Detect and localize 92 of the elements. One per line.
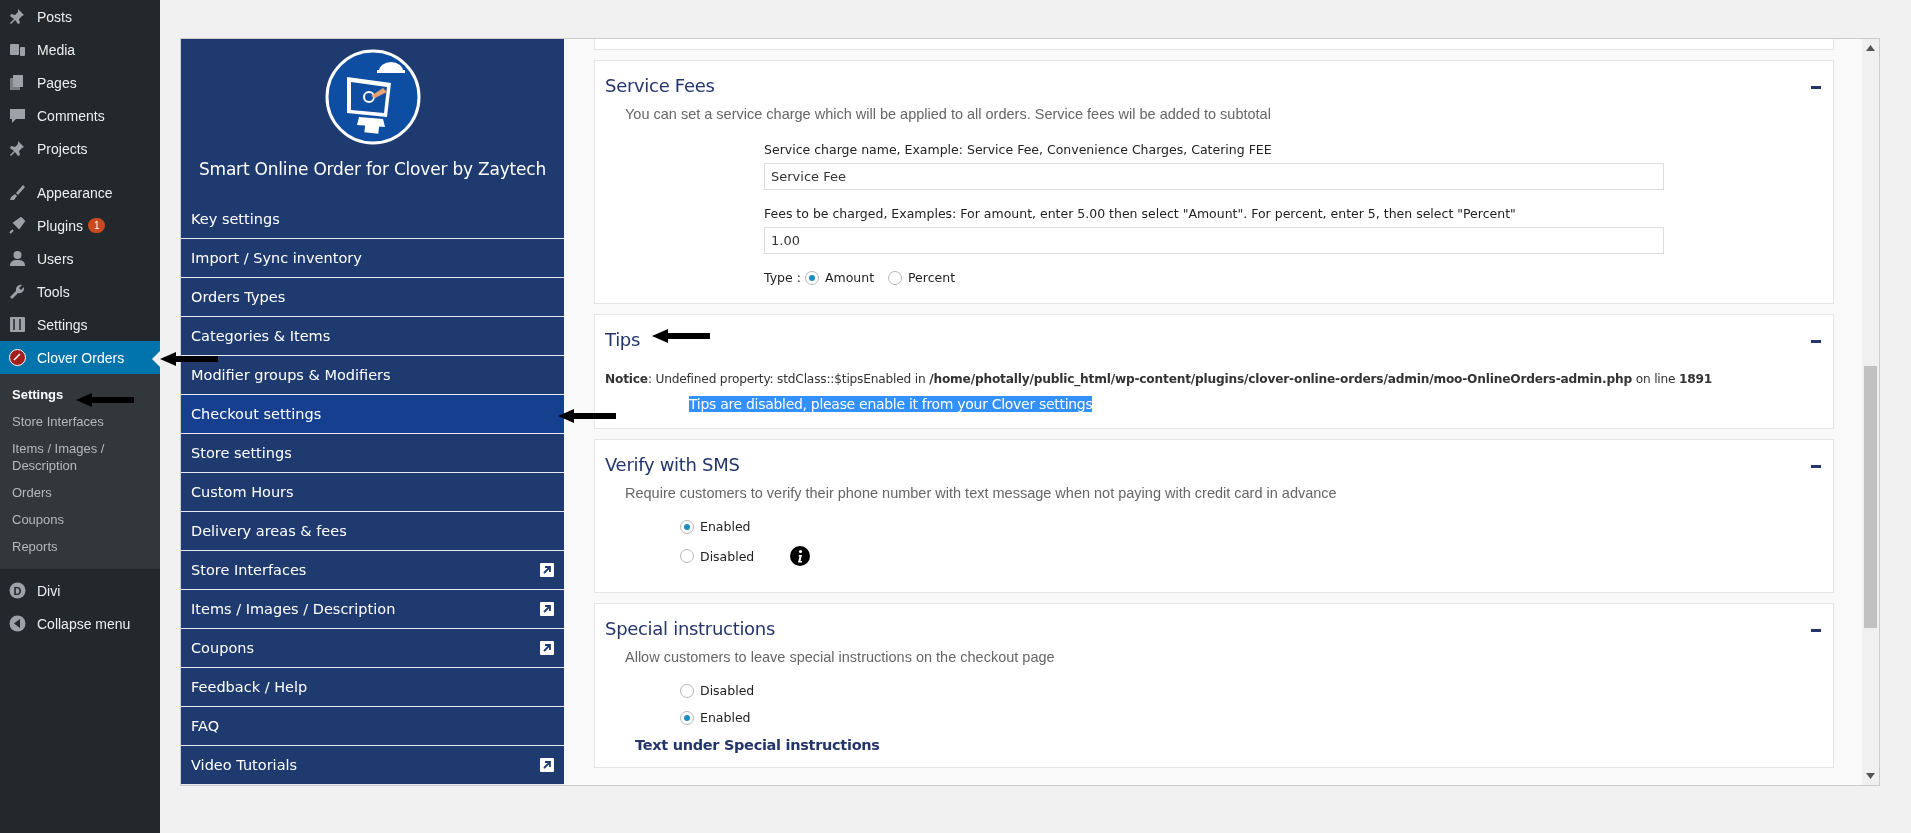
scrollbar[interactable] <box>1862 39 1879 785</box>
radio-option[interactable]: Percent <box>888 270 956 285</box>
annotation-arrow <box>76 393 134 407</box>
radio-option[interactable]: Amount <box>804 270 875 285</box>
update-count-badge: 1 <box>87 218 106 233</box>
nav-item[interactable]: Orders Types <box>181 278 564 317</box>
section-subheading: Text under Special instructions <box>635 737 881 753</box>
panel-title: Verify with SMS <box>605 454 740 475</box>
sidebar-menu-item[interactable]: Posts <box>0 0 160 33</box>
submenu-item[interactable]: Items / Images / Description <box>0 435 160 479</box>
radio-button[interactable] <box>680 549 694 563</box>
field-label: Service charge name, Example: Service Fee, Convenience Charges, Catering FEE <box>764 142 1273 157</box>
nav-item[interactable]: Store settings <box>181 434 564 473</box>
submenu-item[interactable]: Reports <box>0 533 160 560</box>
radio-option[interactable]: Enabled <box>680 519 751 534</box>
sidebar-menu-item[interactable]: Pages <box>0 66 160 99</box>
media-icon <box>9 41 26 58</box>
input-field[interactable]: Service Fee <box>764 163 1664 190</box>
annotation-arrow <box>652 329 710 343</box>
nav-item[interactable]: Coupons <box>181 629 564 668</box>
collapse-icon[interactable] <box>1811 86 1821 89</box>
nav-item[interactable]: Key settings <box>181 200 564 239</box>
brush-icon <box>9 184 26 201</box>
plug-icon <box>9 217 26 234</box>
radio-button[interactable] <box>888 270 903 285</box>
radio-button[interactable] <box>680 519 694 534</box>
nav-item[interactable]: Import / Sync inventory <box>181 239 564 278</box>
pin-icon <box>9 8 26 25</box>
circle-letter-icon: D <box>9 582 26 599</box>
sidebar-menu-item[interactable]: Settings <box>0 308 160 341</box>
panel-description: Allow customers to leave special instructions on the checkout page <box>625 649 1056 665</box>
sidebar-menu-item[interactable]: Plugins 1 <box>0 209 160 242</box>
nav-item[interactable]: Categories & Items <box>181 317 564 356</box>
radio-option[interactable]: Disabled <box>680 683 755 698</box>
highlighted-message: Tips are disabled, please enable it from your Clover settings <box>689 396 1093 412</box>
sidebar-menu-item[interactable]: Appearance <box>0 176 160 209</box>
wrench-icon <box>9 283 26 300</box>
input-field[interactable]: 1.00 <box>764 227 1664 254</box>
radio-button[interactable] <box>680 683 694 698</box>
scroll-up-icon[interactable] <box>1866 45 1875 51</box>
external-link-icon <box>540 758 554 772</box>
speech-bubble-icon <box>9 107 26 124</box>
nav-item[interactable]: Items / Images / Description <box>181 590 564 629</box>
collapse-icon[interactable] <box>1811 629 1821 632</box>
php-notice: Notice: Undefined property: stdClass::$tipsEnabled in /home/photally/public_html/wp-content/plugins/clover-online-orders/admin/moo-OnlineOrders-admin.php on line 1891 <box>605 372 1714 386</box>
annotation-arrow <box>160 352 218 366</box>
sidebar-menu-item[interactable]: Comments <box>0 99 160 132</box>
radio-button[interactable] <box>804 270 819 285</box>
external-link-icon <box>540 602 554 616</box>
submenu-item[interactable]: Coupons <box>0 506 160 533</box>
scrollbar-thumb[interactable] <box>1864 366 1877 628</box>
info-icon[interactable] <box>790 546 811 566</box>
nav-item[interactable]: Custom Hours <box>181 473 564 512</box>
collapse-icon[interactable] <box>1811 340 1821 343</box>
sidebar-menu-item[interactable]: Tools <box>0 275 160 308</box>
radio-button[interactable] <box>680 710 694 725</box>
type-label: Type : <box>764 270 801 285</box>
panel-title: Special instructions <box>605 618 775 639</box>
collapse-icon <box>9 615 26 632</box>
submenu-item[interactable]: Settings <box>0 381 160 408</box>
collapse-icon[interactable] <box>1811 465 1821 468</box>
panel-description: Require customers to verify their phone number with text message when not paying with credit card in advance <box>625 485 1338 501</box>
sliders-icon <box>9 316 26 333</box>
pages-icon <box>9 74 26 91</box>
sidebar-menu-item[interactable]: Media <box>0 33 160 66</box>
nav-item[interactable]: Store Interfaces <box>181 551 564 590</box>
nav-item[interactable]: Delivery areas & fees <box>181 512 564 551</box>
submenu-item[interactable]: Orders <box>0 479 160 506</box>
sidebar-menu-item[interactable]: Users <box>0 242 160 275</box>
external-link-icon <box>540 641 554 655</box>
nav-item[interactable]: FAQ <box>181 707 564 746</box>
field-label: Fees to be charged, Examples: For amount, enter 5.00 then select "Amount". For percent, enter 5, then select "Percent" <box>764 206 1517 221</box>
nav-item[interactable]: Feedback / Help <box>181 668 564 707</box>
sidebar-menu-item[interactable]: Clover Orders <box>0 341 160 374</box>
sidebar-menu-item[interactable]: Collapse menu <box>0 607 160 640</box>
radio-option[interactable]: Disabled <box>680 548 755 564</box>
scroll-down-icon[interactable] <box>1866 773 1875 779</box>
panel-title: Tips <box>605 329 641 350</box>
plugin-title: Smart Online Order for Clover by Zaytech <box>197 158 548 181</box>
pin-icon <box>9 140 26 157</box>
external-link-icon <box>540 563 554 577</box>
panel-title: Service Fees <box>605 75 715 96</box>
sidebar-menu-item[interactable]: D Divi <box>0 574 160 607</box>
logo-icon <box>9 349 26 366</box>
sidebar-menu-item[interactable]: Projects <box>0 132 160 165</box>
submenu-item[interactable]: Store Interfaces <box>0 408 160 435</box>
annotation-arrow <box>558 409 616 423</box>
radio-option[interactable]: Enabled <box>680 710 751 725</box>
nav-item[interactable]: Checkout settings <box>181 395 564 434</box>
user-icon <box>9 250 26 267</box>
nav-item[interactable]: Video Tutorials <box>181 746 564 785</box>
panel-description: You can set a service charge which will be applied to all orders. Service fees wil be added to subtotal <box>625 106 1272 122</box>
